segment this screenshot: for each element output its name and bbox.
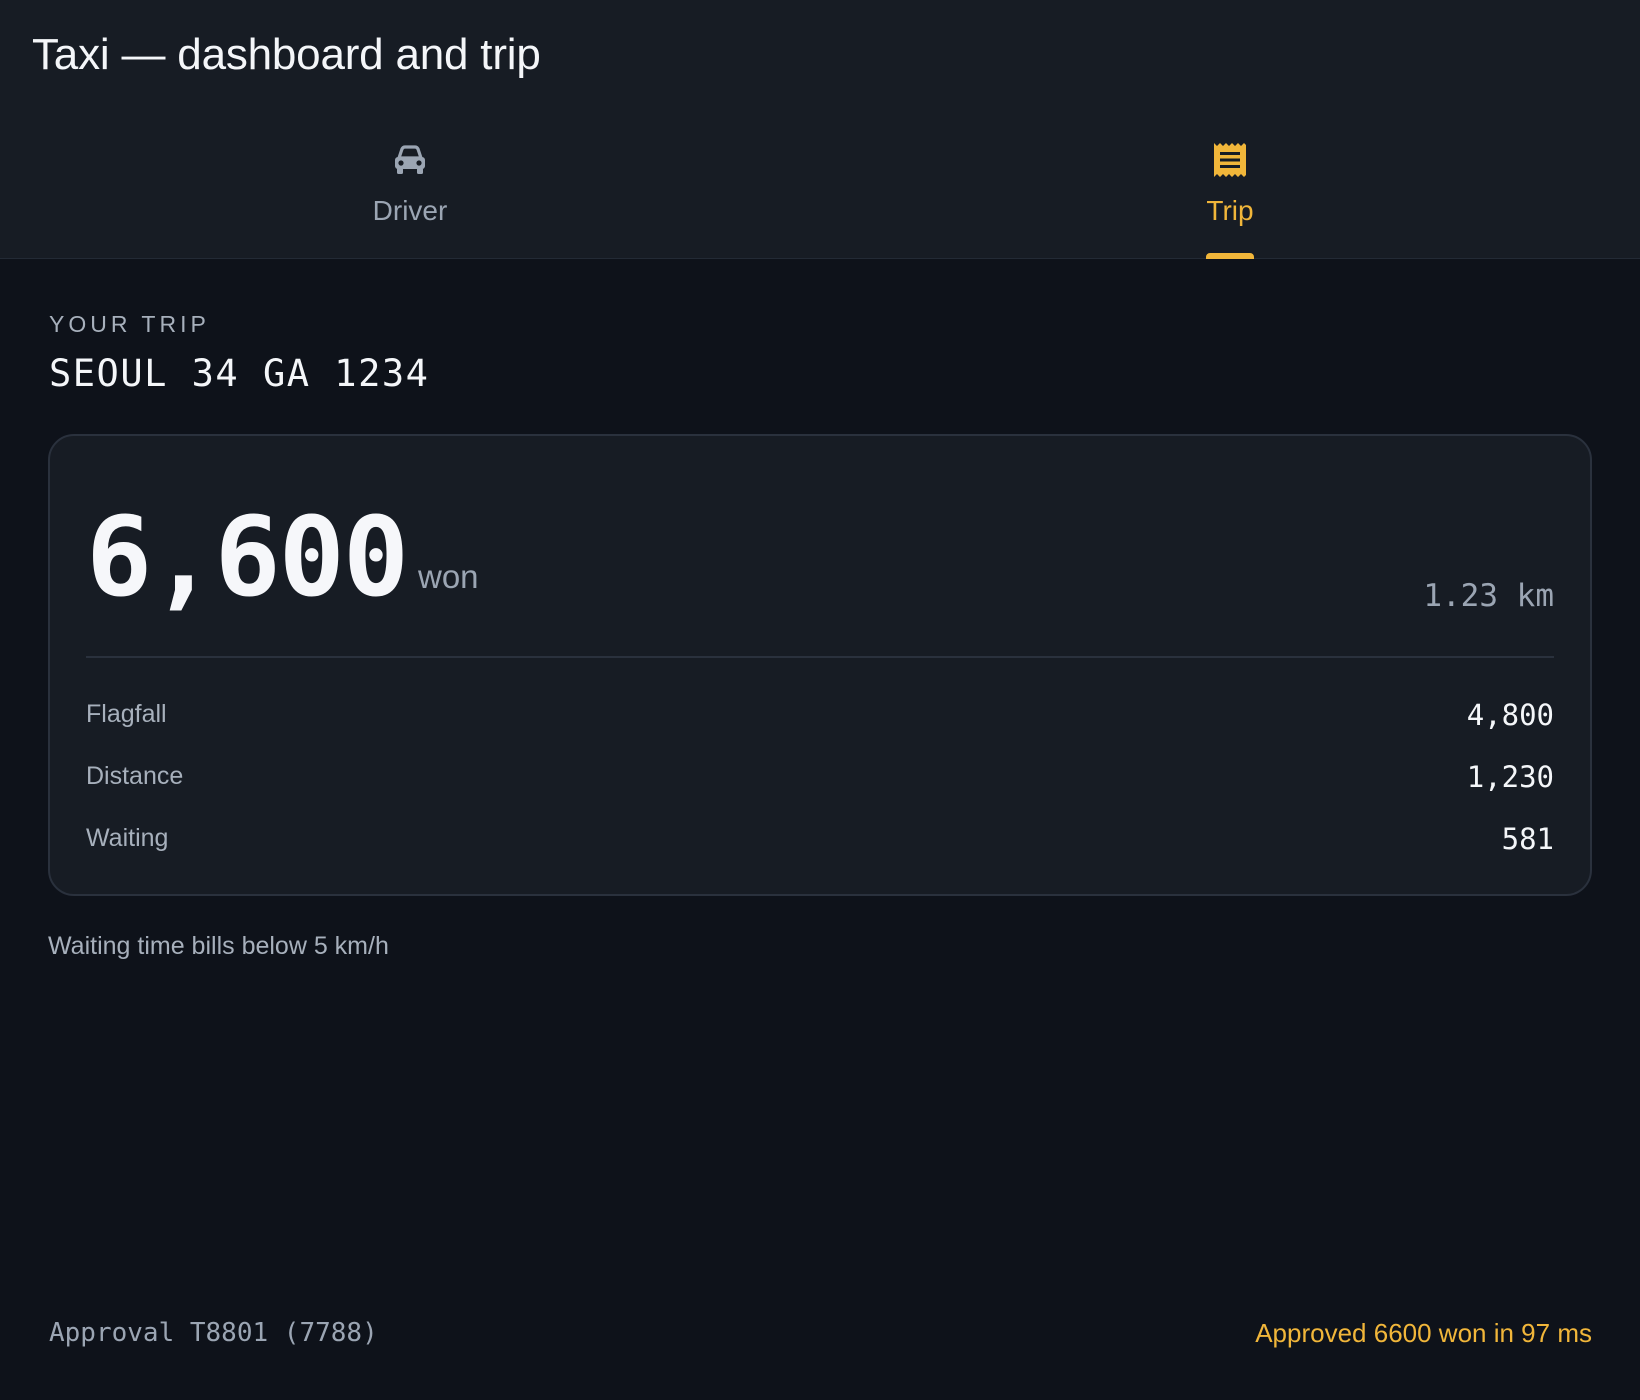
approval-status: Approved 6600 won in 97 ms bbox=[1255, 1318, 1592, 1348]
active-tab-indicator bbox=[1206, 253, 1254, 259]
fare-amount: 6,600 bbox=[86, 493, 409, 621]
breakdown-row-flagfall: Flagfall 4,800 bbox=[86, 696, 1554, 736]
tab-trip-label: Trip bbox=[1206, 195, 1254, 226]
tab-trip[interactable]: Trip bbox=[1080, 126, 1380, 259]
fare-card: 6,600 won 1.23 km Flagfall 4,800 Distanc… bbox=[48, 434, 1592, 896]
divider bbox=[86, 656, 1554, 658]
car-icon bbox=[390, 140, 430, 180]
breakdown-label: Waiting bbox=[86, 824, 169, 852]
breakdown-row-distance: Distance 1,230 bbox=[86, 758, 1554, 798]
breakdown-label: Flagfall bbox=[86, 700, 167, 728]
breakdown-value: 1,230 bbox=[1466, 760, 1554, 794]
approval-code: Approval T8801 (7788) bbox=[49, 1318, 378, 1348]
breakdown-value: 581 bbox=[1501, 822, 1554, 856]
tab-driver-label: Driver bbox=[372, 195, 448, 226]
receipt-icon bbox=[1210, 140, 1250, 180]
breakdown-row-waiting: Waiting 581 bbox=[86, 820, 1554, 860]
breakdown-label: Distance bbox=[86, 762, 184, 790]
breakdown-value: 4,800 bbox=[1466, 698, 1554, 732]
waiting-note: Waiting time bills below 5 km/h bbox=[48, 932, 389, 960]
fare-unit: won bbox=[418, 558, 479, 595]
trip-eyebrow: YOUR TRIP bbox=[49, 311, 210, 337]
trip-distance: 1.23 km bbox=[1423, 578, 1554, 614]
app-header: Taxi — dashboard and trip Driver Trip bbox=[0, 0, 1640, 259]
license-plate: SEOUL 34 GA 1234 bbox=[49, 352, 430, 395]
tab-driver[interactable]: Driver bbox=[260, 126, 560, 259]
page-title: Taxi — dashboard and trip bbox=[32, 30, 541, 79]
